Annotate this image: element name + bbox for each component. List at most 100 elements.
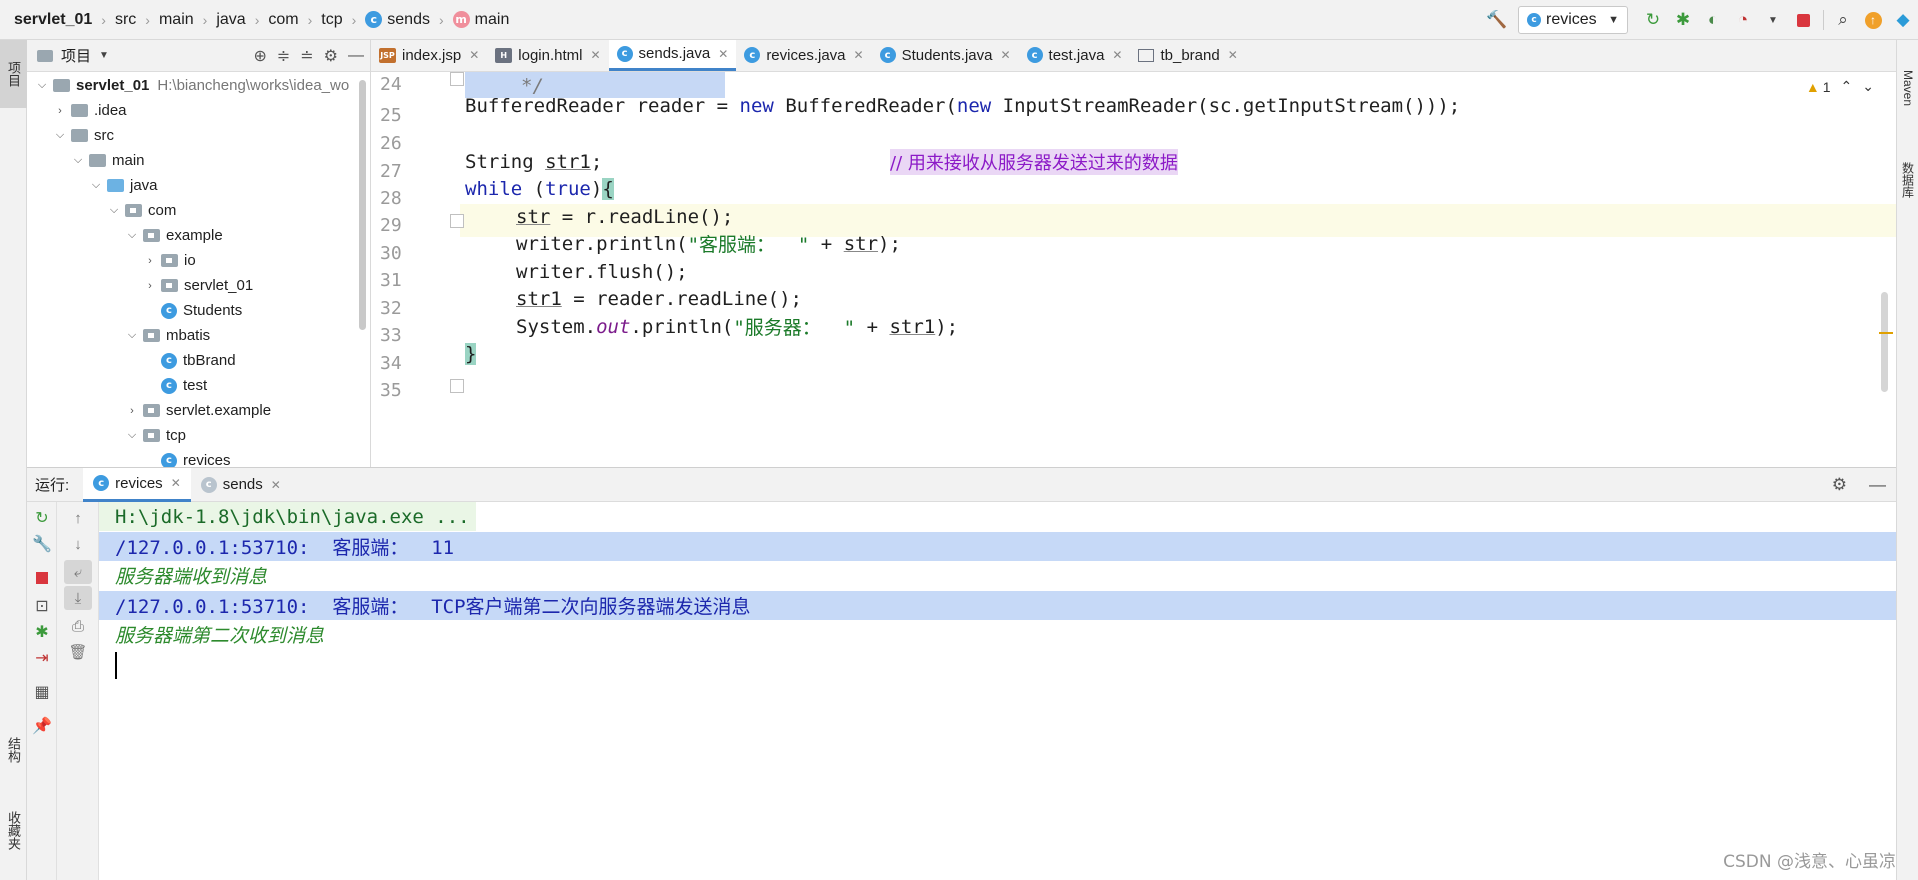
line-number-gutter: 24 25 26 27 28 29 30 31 32 33 34 35 xyxy=(371,72,464,467)
breadcrumb-separator-icon: › xyxy=(254,11,260,28)
arrow-up-icon[interactable]: ↑ xyxy=(64,506,92,530)
tab-revices-java[interactable]: c revices.java ✕ xyxy=(736,40,871,71)
tree-item-students[interactable]: c Students xyxy=(27,298,370,323)
tab-students-java[interactable]: c Students.java ✕ xyxy=(872,40,1019,71)
project-tree-scrollbar[interactable] xyxy=(359,80,366,330)
warning-indicator[interactable]: ▲ 1 xyxy=(1806,79,1831,95)
tab-index-jsp[interactable]: JSP index.jsp ✕ xyxy=(371,40,487,71)
close-icon[interactable]: ✕ xyxy=(1000,48,1010,62)
tree-item-revices[interactable]: c revices xyxy=(27,448,370,467)
tree-item-servlet-01[interactable]: › servlet_01 xyxy=(27,273,370,298)
project-tool-tab[interactable]: 项目 xyxy=(0,40,27,108)
stop-icon[interactable] xyxy=(1788,5,1818,35)
fold-icon[interactable] xyxy=(450,214,464,228)
run-tab-revices[interactable]: c revices ✕ xyxy=(83,467,191,502)
profile-icon[interactable]: ◔ xyxy=(1728,5,1758,35)
breadcrumb-com[interactable]: com xyxy=(268,0,298,40)
update-icon[interactable]: ↑ xyxy=(1858,5,1888,35)
maven-tool-tab[interactable]: Maven xyxy=(1897,48,1918,128)
close-icon[interactable]: ✕ xyxy=(271,478,281,492)
tree-item-java[interactable]: ⌵ java xyxy=(27,173,370,198)
breadcrumb-main[interactable]: main xyxy=(159,0,194,40)
camera-icon[interactable]: ⊡ xyxy=(27,594,57,618)
chevron-up-icon[interactable]: ⌃ xyxy=(1841,78,1853,95)
breadcrumb-src[interactable]: src xyxy=(115,0,136,40)
close-icon[interactable]: ✕ xyxy=(854,48,864,62)
breadcrumb-project[interactable]: servlet_01 xyxy=(14,0,92,40)
search-icon[interactable]: ⌕ xyxy=(1828,5,1858,35)
tab-login-html[interactable]: Hlogin.html ✕ xyxy=(487,40,608,71)
code-line-27-comment: // 用来接收从服务器发送过来的数据 xyxy=(890,145,1178,178)
plugin-icon[interactable]: ◆ xyxy=(1888,5,1918,35)
project-view-selector[interactable]: 项目 ▼ xyxy=(37,45,109,66)
rerun-icon[interactable]: ↻ xyxy=(1638,5,1668,35)
scroll-to-end-icon[interactable]: ⤓ xyxy=(64,586,92,610)
pin-icon[interactable]: 📌 xyxy=(27,714,57,738)
inspection-widget[interactable]: ▲ 1 ⌃ ⌄ xyxy=(1806,78,1874,95)
breadcrumb-label: sends xyxy=(387,10,430,28)
soft-wrap-icon[interactable]: ⤶ xyxy=(64,560,92,584)
line-number: 31 xyxy=(380,270,402,291)
rerun-icon[interactable]: ↻ xyxy=(27,506,57,530)
layout-icon[interactable]: ▦ xyxy=(27,680,57,704)
tab-tb-brand[interactable]: tb_brand ✕ xyxy=(1130,40,1245,71)
stop-icon[interactable] xyxy=(27,566,57,590)
package-icon xyxy=(143,429,160,442)
chevron-down-icon[interactable]: ⌄ xyxy=(1862,78,1874,95)
close-icon[interactable]: ✕ xyxy=(171,476,181,490)
close-icon[interactable]: ✕ xyxy=(1112,48,1122,62)
database-tool-tab[interactable]: 数据库 xyxy=(1897,140,1918,220)
tree-item-src[interactable]: ⌵ src xyxy=(27,123,370,148)
run-configuration-select[interactable]: c revices ▼ xyxy=(1518,6,1628,34)
breadcrumb-sends[interactable]: c sends xyxy=(365,0,430,40)
collapse-all-icon[interactable]: ≐ xyxy=(300,46,313,66)
tree-item-mbatis[interactable]: ⌵ mbatis xyxy=(27,323,370,348)
close-icon[interactable]: ✕ xyxy=(1228,48,1238,62)
tree-item-example[interactable]: ⌵ example xyxy=(27,223,370,248)
project-tree: ⌵ servlet_01 H:\biancheng\works\idea_wo … xyxy=(27,72,370,467)
tab-test-java[interactable]: c test.java ✕ xyxy=(1019,40,1131,71)
more-run-icon[interactable]: ▼ xyxy=(1758,5,1788,35)
structure-tool-tab[interactable]: 结构 xyxy=(0,720,27,780)
tree-item-servlet-example[interactable]: › servlet.example xyxy=(27,398,370,423)
print-icon[interactable]: ⎙ xyxy=(64,614,92,638)
tree-item-idea[interactable]: › .idea xyxy=(27,98,370,123)
tree-item-main[interactable]: ⌵ main xyxy=(27,148,370,173)
code-area[interactable]: 24 25 26 27 28 29 30 31 32 33 34 35 */ B… xyxy=(371,72,1896,467)
tree-item-root[interactable]: ⌵ servlet_01 H:\biancheng\works\idea_wo xyxy=(27,73,370,98)
exit-icon[interactable]: ⇥ xyxy=(27,646,57,670)
tree-item-com[interactable]: ⌵ com xyxy=(27,198,370,223)
editor-scrollbar[interactable] xyxy=(1881,292,1888,392)
close-icon[interactable]: ✕ xyxy=(718,47,728,61)
trash-icon[interactable]: 🗑 xyxy=(64,640,92,664)
tree-item-test[interactable]: c test xyxy=(27,373,370,398)
breadcrumb-java[interactable]: java xyxy=(216,0,245,40)
wrench-icon[interactable]: 🔧 xyxy=(27,532,57,556)
gear-icon[interactable]: ⚙ xyxy=(1832,475,1847,495)
breadcrumb-method-main[interactable]: m main xyxy=(452,0,510,40)
minimize-icon[interactable]: — xyxy=(348,47,364,65)
arrow-down-icon[interactable]: ↓ xyxy=(64,532,92,556)
tree-item-io[interactable]: › io xyxy=(27,248,370,273)
minimize-icon[interactable]: — xyxy=(1869,475,1886,495)
tree-item-tcp[interactable]: ⌵ tcp xyxy=(27,423,370,448)
debug-icon[interactable]: ✱ xyxy=(1668,5,1698,35)
tab-sends-java[interactable]: c sends.java ✕ xyxy=(608,40,737,71)
fold-icon[interactable] xyxy=(450,72,464,86)
coverage-icon[interactable]: ◐ xyxy=(1698,5,1728,35)
breadcrumb-tcp[interactable]: tcp xyxy=(321,0,342,40)
tree-item-tbbrand[interactable]: c tbBrand xyxy=(27,348,370,373)
build-hammer-icon[interactable]: 🔨 xyxy=(1482,5,1512,35)
warning-stripe-marker[interactable] xyxy=(1879,332,1893,334)
breadcrumb-label: main xyxy=(474,10,510,28)
debug-bug-icon[interactable]: ✱ xyxy=(27,620,57,644)
fold-icon[interactable] xyxy=(450,379,464,393)
expand-all-icon[interactable]: ≑ xyxy=(277,46,290,66)
close-icon[interactable]: ✕ xyxy=(590,48,600,62)
close-icon[interactable]: ✕ xyxy=(469,48,479,62)
favorites-tool-tab[interactable]: 收藏夹 xyxy=(0,790,27,870)
console-output[interactable]: H:\jdk-1.8\jdk\bin\java.exe ... /127.0.0… xyxy=(99,502,1896,880)
locate-icon[interactable]: ⊕ xyxy=(253,46,266,66)
gear-icon[interactable]: ⚙ xyxy=(324,46,338,66)
run-tab-sends[interactable]: c sends ✕ xyxy=(191,468,291,502)
